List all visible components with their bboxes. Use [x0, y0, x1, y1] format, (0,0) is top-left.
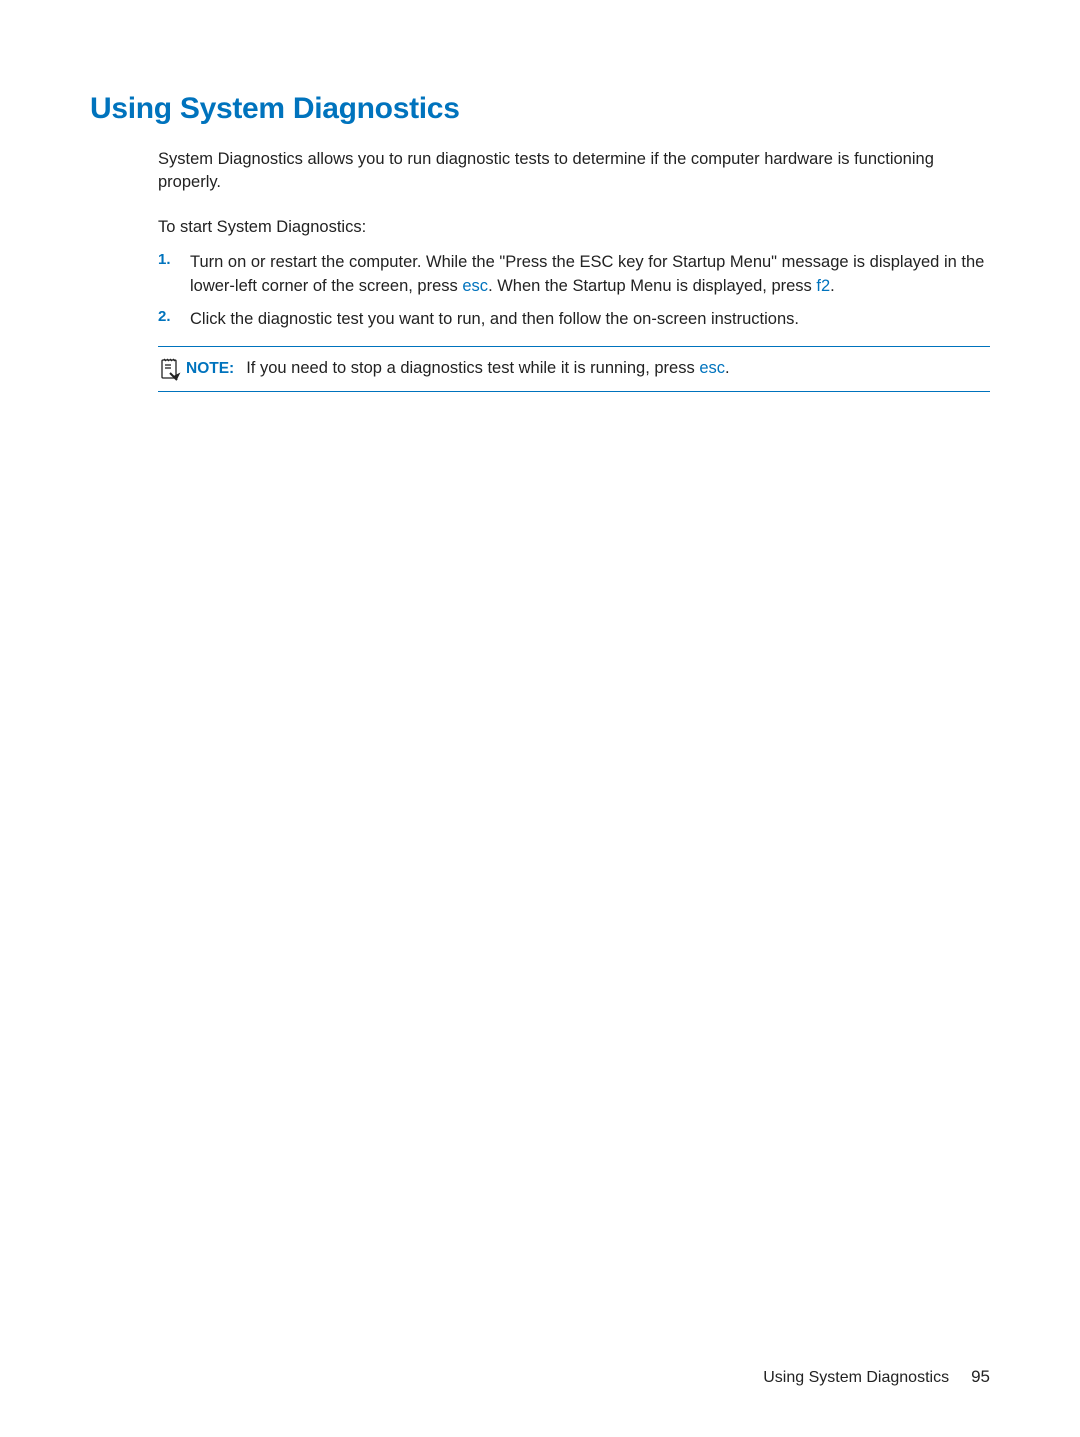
esc-key: esc	[462, 277, 488, 295]
page-heading: Using System Diagnostics	[90, 92, 990, 126]
f2-key: f2	[816, 277, 830, 295]
note-icon	[158, 357, 182, 381]
note-callout: NOTE: If you need to stop a diagnostics …	[158, 346, 990, 392]
step1-part3: .	[830, 277, 835, 295]
step-number: 1.	[158, 251, 190, 268]
step-1: 1. Turn on or restart the computer. Whil…	[158, 251, 990, 298]
start-instruction: To start System Diagnostics:	[158, 216, 990, 239]
step-number: 2.	[158, 308, 190, 325]
esc-key: esc	[699, 359, 725, 377]
footer-title: Using System Diagnostics	[763, 1369, 949, 1387]
page-number: 95	[971, 1367, 990, 1387]
step-text: Click the diagnostic test you want to ru…	[190, 308, 799, 331]
step-text: Turn on or restart the computer. While t…	[190, 251, 990, 298]
document-content: Using System Diagnostics System Diagnost…	[90, 92, 990, 392]
note-part1: If you need to stop a diagnostics test w…	[246, 359, 699, 377]
note-part2: .	[725, 359, 730, 377]
note-label: NOTE:	[186, 360, 234, 378]
steps-list: 1. Turn on or restart the computer. Whil…	[158, 251, 990, 331]
page-footer: Using System Diagnostics 95	[763, 1367, 990, 1387]
step-2: 2. Click the diagnostic test you want to…	[158, 308, 990, 331]
note-text: If you need to stop a diagnostics test w…	[246, 359, 729, 378]
intro-paragraph: System Diagnostics allows you to run dia…	[158, 148, 990, 194]
step1-part2: . When the Startup Menu is displayed, pr…	[488, 277, 816, 295]
